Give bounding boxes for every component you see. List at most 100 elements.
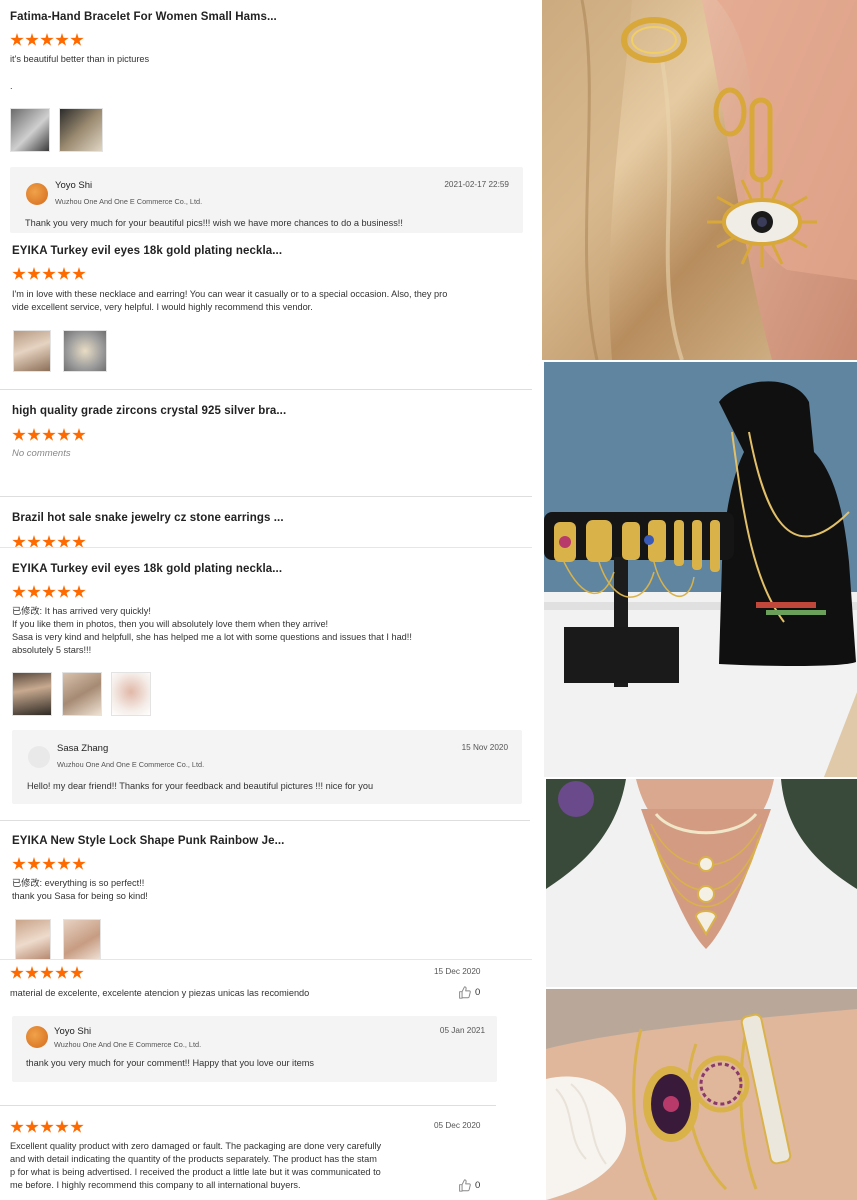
star-icon	[55, 33, 69, 46]
star-icon	[57, 428, 71, 441]
rating-stars	[10, 966, 84, 980]
star-icon	[25, 966, 39, 979]
divider	[0, 820, 530, 821]
star-icon	[55, 966, 69, 979]
avatar	[26, 1026, 48, 1048]
review-text: 已修改: everything is so perfect!! thank yo…	[12, 877, 532, 903]
review-text-line: If you like them in photos, then you wil…	[12, 619, 329, 629]
star-icon	[42, 267, 56, 280]
review-text-line: and with detail indicating the quantity …	[10, 1154, 377, 1164]
review-text: it's beautiful better than in pictures	[10, 54, 150, 64]
star-icon	[27, 585, 41, 598]
review-text-line: thank you Sasa for being so kind!	[12, 891, 148, 901]
display-stand-photo[interactable]	[544, 362, 857, 777]
like-count: 0	[475, 987, 481, 998]
review-text-line: 已修改: It has arrived very quickly!	[12, 606, 151, 616]
earring-photo[interactable]	[542, 0, 857, 360]
review-photo-thumbnail[interactable]	[12, 672, 52, 716]
star-icon	[57, 535, 71, 547]
star-icon	[57, 267, 71, 280]
review-text: I'm in love with these necklace and earr…	[12, 288, 532, 314]
seller-company: Wuzhou One And One E Commerce Co., Ltd.	[55, 197, 203, 206]
star-icon	[42, 857, 56, 870]
divider	[0, 1105, 496, 1106]
product-photo-column	[542, 0, 857, 1200]
seller-reply: Sasa Zhang Wuzhou One And One E Commerce…	[12, 730, 522, 804]
seller-company: Wuzhou One And One E Commerce Co., Ltd.	[54, 1040, 202, 1049]
divider	[0, 496, 532, 497]
divider	[0, 959, 532, 960]
star-icon	[40, 966, 54, 979]
review-photo-thumbnail[interactable]	[59, 108, 103, 152]
star-icon	[10, 33, 24, 46]
product-title[interactable]: Brazil hot sale snake jewelry cz stone e…	[12, 512, 284, 524]
reply-date: 05 Jan 2021	[439, 1026, 485, 1035]
review-text-line: Excellent quality product with zero dama…	[10, 1141, 382, 1151]
seller-company: Wuzhou One And One E Commerce Co., Ltd.	[57, 760, 205, 769]
star-icon	[57, 857, 71, 870]
rating-stars	[10, 1120, 84, 1134]
review-text-line: p for what is being advertised. I receiv…	[10, 1167, 381, 1177]
rating-stars	[12, 267, 86, 281]
divider	[0, 389, 532, 390]
like-button[interactable]: 0	[458, 986, 480, 999]
star-icon	[12, 585, 26, 598]
star-icon	[27, 267, 41, 280]
star-icon	[27, 857, 41, 870]
review-photo-thumbnail[interactable]	[62, 672, 102, 716]
star-icon	[25, 1120, 39, 1133]
seller-reply: Yoyo Shi Wuzhou One And One E Commerce C…	[10, 167, 523, 233]
star-icon	[72, 535, 86, 547]
like-count: 0	[475, 1180, 481, 1191]
star-icon	[10, 1120, 24, 1133]
reply-message: thank you very much for your comment!! H…	[26, 1058, 315, 1068]
star-icon	[72, 857, 86, 870]
review-text-extra: .	[10, 81, 13, 91]
product-title[interactable]: EYIKA New Style Lock Shape Punk Rainbow …	[12, 835, 284, 847]
star-icon	[42, 428, 56, 441]
review-text-line: vide excellent service, very helpful. I …	[12, 302, 313, 312]
review-date: 15 Dec 2020	[434, 967, 481, 976]
reviews-panel: Fatima-Hand Bracelet For Women Small Ham…	[0, 0, 540, 1200]
necklace-photo[interactable]	[546, 779, 857, 987]
star-icon	[57, 585, 71, 598]
star-icon	[27, 535, 41, 547]
product-title[interactable]: EYIKA Turkey evil eyes 18k gold plating …	[12, 245, 282, 257]
star-icon	[12, 267, 26, 280]
star-icon	[72, 585, 86, 598]
review-text: Excellent quality product with zero dama…	[10, 1140, 430, 1192]
rating-stars-clipped	[0, 534, 540, 547]
review-text-line: Sasa is very kind and helpfull, she has …	[12, 632, 412, 642]
like-button[interactable]: 0	[458, 1179, 480, 1192]
review-text: material de excelente, excelente atencio…	[10, 988, 310, 998]
reply-date: 2021-02-17 22:59	[444, 180, 509, 189]
star-icon	[10, 966, 24, 979]
product-title[interactable]: Fatima-Hand Bracelet For Women Small Ham…	[10, 11, 277, 23]
review-photo-thumbnail[interactable]	[63, 919, 101, 959]
star-icon	[72, 267, 86, 280]
avatar	[26, 183, 48, 205]
review-text-line: absolutely 5 stars!!!	[12, 645, 92, 655]
review-photo-thumbnail[interactable]	[13, 330, 51, 372]
star-icon	[70, 966, 84, 979]
review-photo-thumbnail[interactable]	[15, 919, 51, 959]
no-comments-label: No comments	[12, 448, 71, 459]
review-photo-thumbnail[interactable]	[10, 108, 50, 152]
review-photo-thumbnail[interactable]	[63, 330, 107, 372]
star-icon	[72, 428, 86, 441]
reply-message: Hello! my dear friend!! Thanks for your …	[27, 781, 374, 791]
reply-message: Thank you very much for your beautiful p…	[25, 218, 403, 228]
thumbs-up-icon	[459, 986, 471, 999]
thumbs-up-icon	[459, 1179, 471, 1192]
star-icon	[12, 428, 26, 441]
star-icon	[70, 1120, 84, 1133]
star-icon	[12, 535, 26, 547]
review-photo-thumbnail[interactable]	[111, 672, 151, 716]
bracelet-photo[interactable]	[546, 989, 857, 1200]
product-title[interactable]: high quality grade zircons crystal 925 s…	[12, 405, 286, 417]
review-text-line: me before. I highly recommend this compa…	[10, 1180, 301, 1190]
product-title[interactable]: EYIKA Turkey evil eyes 18k gold plating …	[12, 563, 282, 575]
thumbnail-strip-clipped	[0, 917, 540, 959]
star-icon	[40, 1120, 54, 1133]
star-icon	[27, 428, 41, 441]
